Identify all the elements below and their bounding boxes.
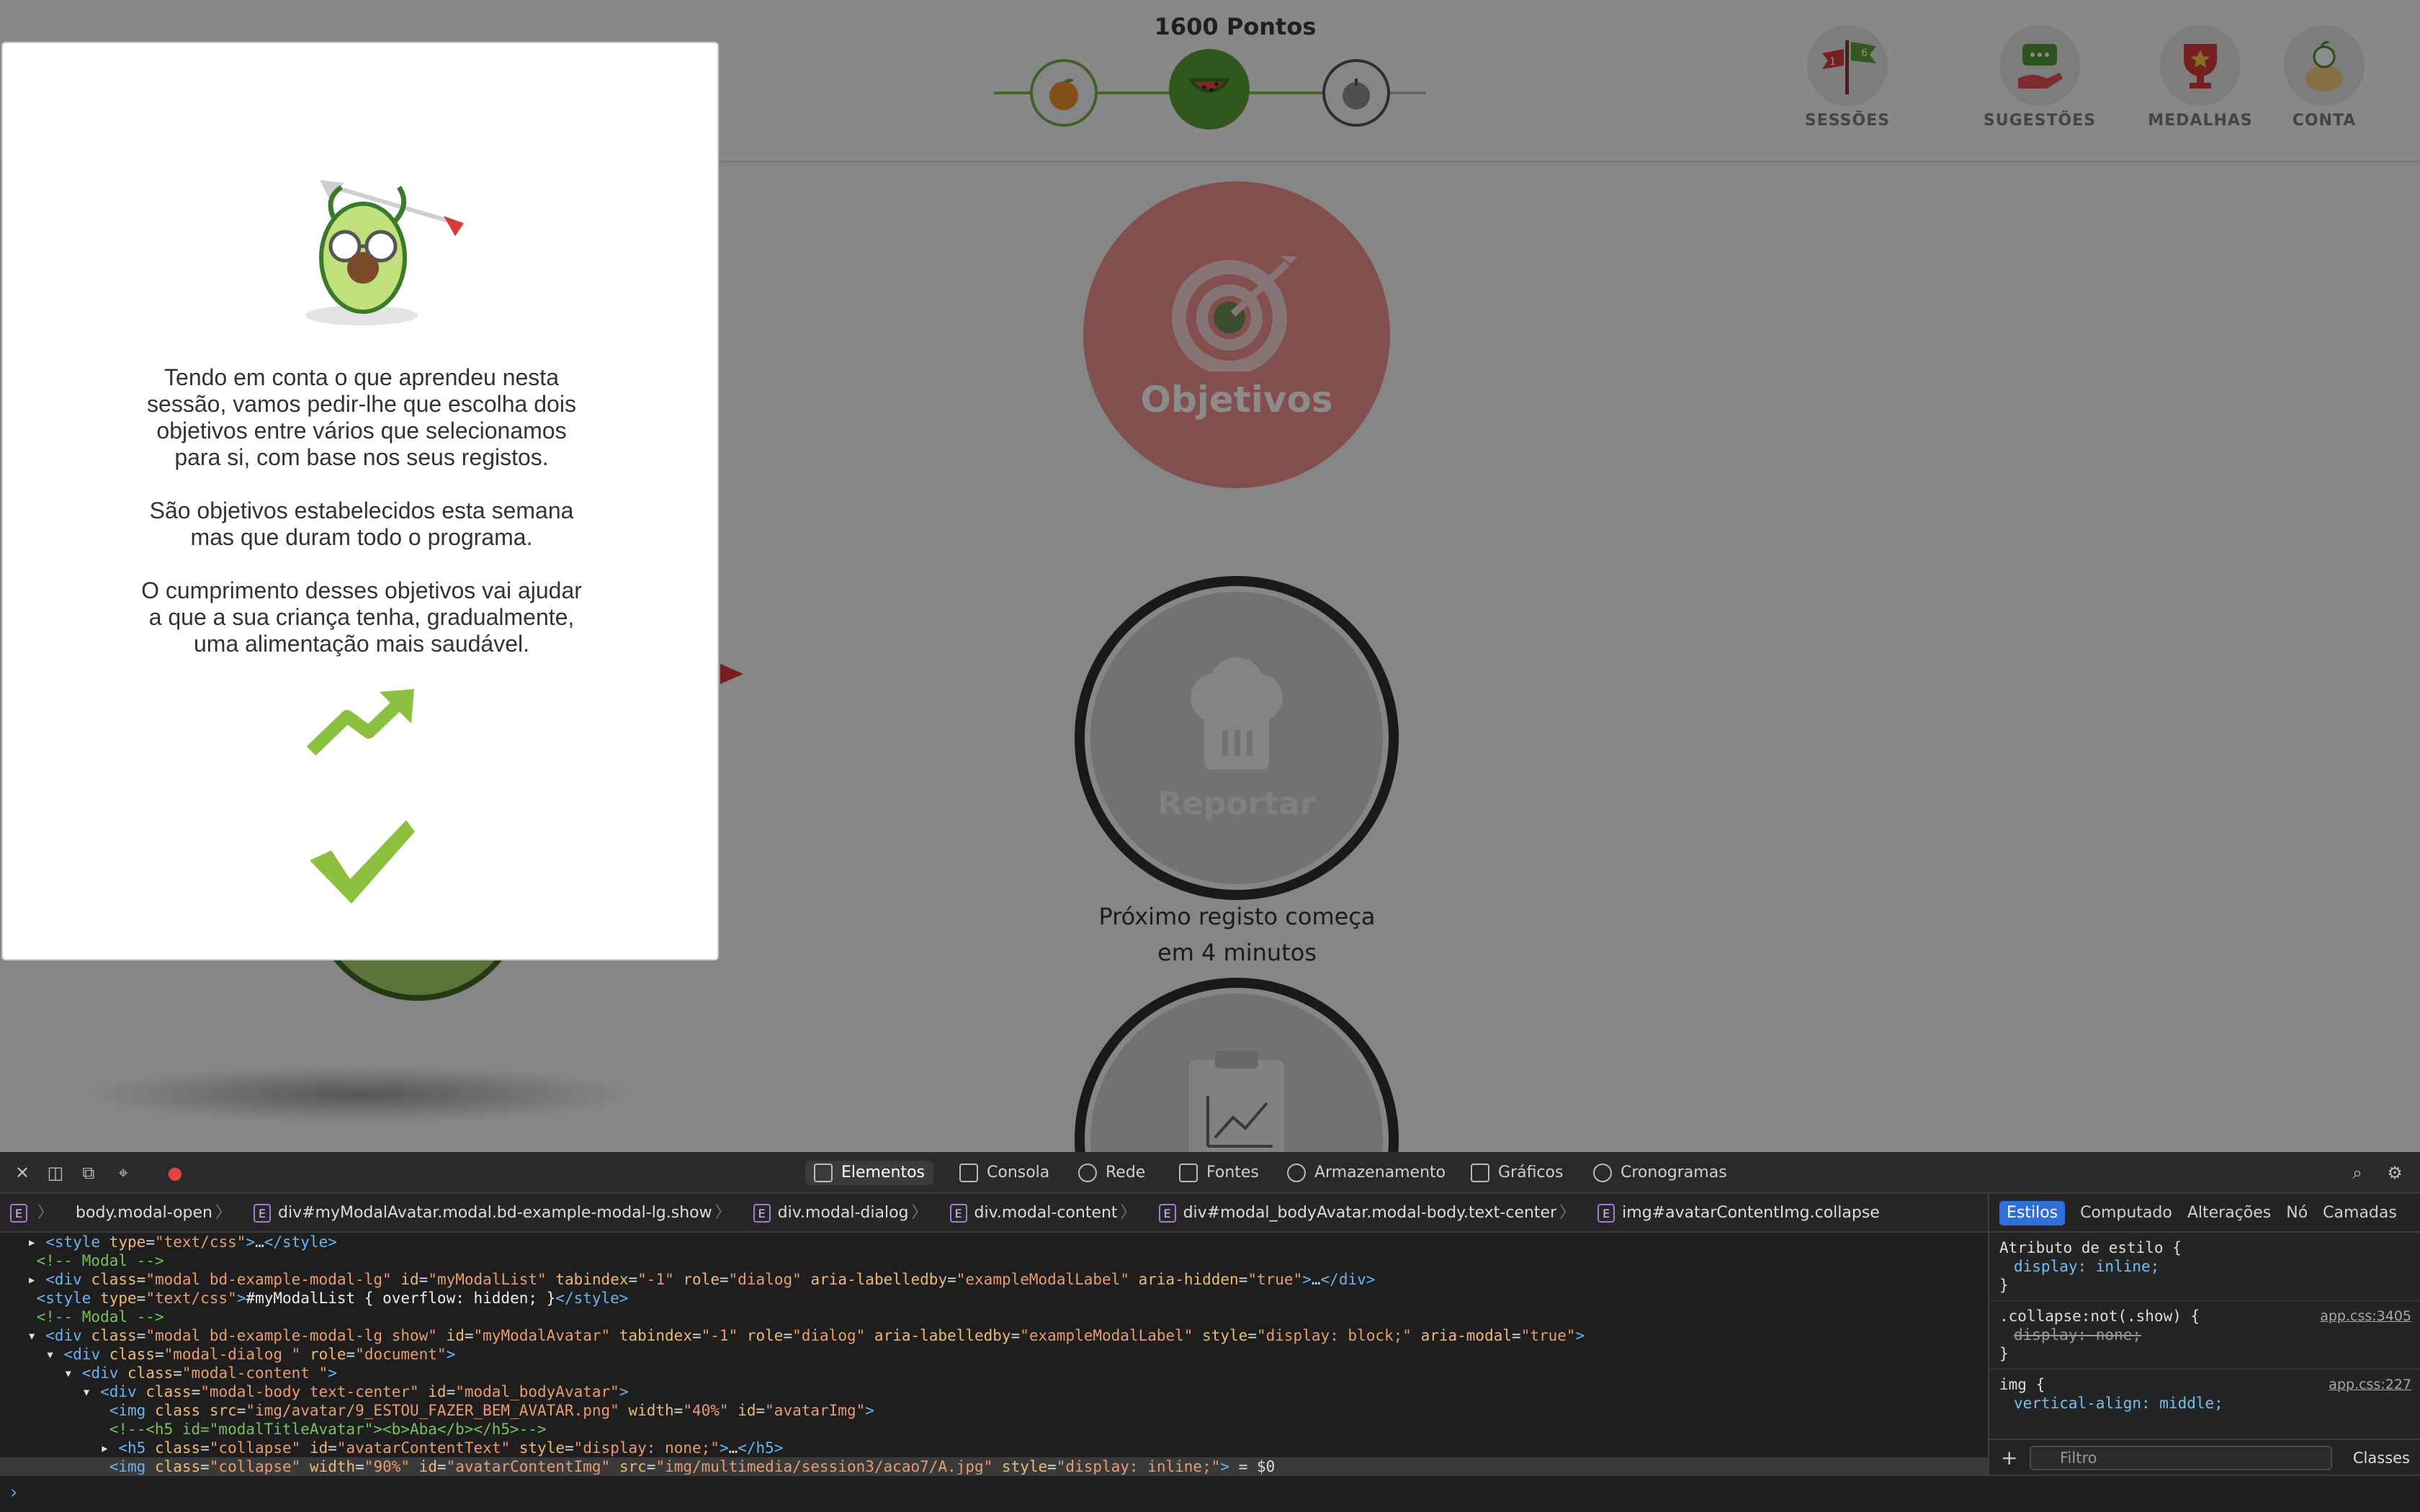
avatar-modal: Tendo em conta o que aprendeu nesta sess… [1,42,719,960]
tab-console[interactable]: Consola [951,1161,1058,1185]
dom-tree[interactable]: ▸ <style type="text/css">…</style> <!-- … [0,1233,1988,1475]
tab-node[interactable]: Nó [2286,1194,2308,1233]
style-rule-inline[interactable]: Atributo de estilo { display: inline; } [1989,1233,2420,1301]
classes-button[interactable]: Classes [2353,1440,2410,1476]
element-node-icon: E [10,1204,27,1223]
breadcrumb: E 〉 body.modal-open 〉 Ediv#myModalAvatar.m… [0,1194,1988,1233]
dom-line[interactable]: ▾ <div class="modal-dialog " role="docum… [0,1345,1988,1364]
tab-elements[interactable]: Elementos [805,1161,934,1185]
modal-paragraph-1: Tendo em conta o que aprendeu nesta sess… [147,364,576,470]
dom-line[interactable]: ▾ <div class="modal-body text-center" id… [0,1382,1988,1401]
trend-up-arrow-icon [306,689,414,756]
rule-source-link[interactable]: app.css:227 [2329,1375,2411,1394]
dom-line[interactable]: ▸ <style type="text/css">…</style> [0,1233,1988,1251]
dom-line[interactable]: <!-- Modal --> [0,1308,1988,1326]
element-picker-icon[interactable]: ⌖ [112,1162,134,1184]
element-node-icon: E [254,1204,271,1223]
elements-icon [814,1164,833,1182]
breadcrumb-item[interactable]: Ediv.modal-dialog 〉 [753,1194,935,1231]
rule-source-link[interactable]: app.css:3405 [2320,1307,2411,1326]
avocado-archer-avatar-icon [305,180,464,325]
modal-body-text: Tendo em conta o que aprendeu nesta sess… [46,364,677,684]
dom-line-selected[interactable]: <img class="collapse" width="90%" id="av… [0,1457,1988,1475]
inspector-tab-bar: ✕ ◫ ⧉ ⌖ ● Elementos Consola Rede Fontes … [0,1152,2420,1194]
storage-icon [1287,1164,1306,1182]
style-rule-collapse[interactable]: app.css:3405 .collapse:not(.show) { disp… [1989,1301,2420,1369]
console-prompt-bar[interactable]: › [0,1475,2420,1512]
rule-property-overridden[interactable]: display: none; [1999,1326,2410,1344]
detach-window-icon[interactable]: ⧉ [78,1162,99,1184]
element-node-icon: E [1597,1204,1615,1223]
dom-line[interactable]: <!--<h5 id="modalTitleAvatar"><b>Aba</b>… [0,1420,1988,1439]
rule-close: } [1999,1345,2009,1362]
network-icon [1078,1164,1097,1182]
modal-paragraph-3: O cumprimento desses objetivos vai ajuda… [141,577,582,657]
tab-network[interactable]: Rede [1070,1161,1154,1185]
add-rule-icon[interactable]: + [2001,1440,2017,1476]
rule-selector: Atributo de estilo { [1999,1239,2182,1256]
search-icon[interactable]: ⌕ [2347,1162,2368,1184]
style-rule-img[interactable]: app.css:227 img { vertical-align: middle… [1989,1369,2420,1418]
console-icon [959,1164,978,1182]
breadcrumb-item-selected[interactable]: Eimg#avatarContentImg.collapse [1597,1194,1887,1231]
rule-property[interactable]: display: inline; [1999,1257,2410,1276]
rule-property[interactable]: vertical-align: middle; [1999,1394,2410,1413]
dock-side-icon[interactable]: ◫ [45,1162,66,1184]
dom-line[interactable]: ▸ <div class="modal bd-example-modal-lg"… [0,1270,1988,1289]
checkmark-icon [310,820,415,904]
dom-line[interactable]: <!-- Modal --> [0,1251,1988,1270]
tab-graphics[interactable]: Gráficos [1462,1161,1572,1185]
graphics-icon [1471,1164,1489,1182]
dom-line[interactable]: <img class src="img/avatar/9_ESTOU_FAZER… [0,1401,1988,1420]
sidebar-tab-bar: Estilos Computado Alterações Nó Camadas [1989,1194,2420,1233]
tab-timelines[interactable]: Cronogramas [1585,1161,1736,1185]
web-inspector: ✕ ◫ ⧉ ⌖ ● Elementos Consola Rede Fontes … [0,1152,2420,1512]
filter-input[interactable]: Filtro [2030,1446,2332,1470]
element-node-icon: E [1158,1204,1176,1223]
tab-storage[interactable]: Armazenamento [1278,1161,1454,1185]
element-node-icon: E [949,1204,967,1223]
close-inspector-icon[interactable]: ✕ [12,1162,33,1184]
modal-paragraph-2: São objetivos estabelecidos esta semana … [149,498,574,550]
app-page: 1600 Pontos 16 SESSÕES SUGESTÕES MEDALHA… [0,0,2420,1152]
timelines-icon [1593,1164,1612,1182]
console-prompt-icon: › [10,1482,18,1503]
breadcrumb-item[interactable]: Ediv#myModalAvatar.modal.bd-example-moda… [254,1194,738,1231]
tab-changes[interactable]: Alterações [2187,1194,2271,1233]
sources-icon [1179,1164,1198,1182]
element-node-icon: E [753,1204,771,1223]
settings-gear-icon[interactable]: ⚙ [2384,1162,2406,1184]
breadcrumb-item[interactable]: Ediv#modal_bodyAvatar.modal-body.text-ce… [1158,1194,1583,1231]
styles-filter-bar: + Filtro Classes [1989,1439,2420,1475]
breadcrumb-root[interactable]: E 〉 [10,1194,60,1231]
styles-sidebar: Estilos Computado Alterações Nó Camadas … [1988,1194,2420,1475]
tab-layers[interactable]: Camadas [2323,1194,2397,1233]
dom-line[interactable]: ▾ <div class="modal bd-example-modal-lg … [0,1326,1988,1345]
dom-line[interactable]: <style type="text/css">#myModalList { ov… [0,1289,1988,1308]
error-badge-icon[interactable]: ● [164,1162,186,1184]
dom-line[interactable]: ▸ <h5 class="collapse" id="avatarContent… [0,1439,1988,1457]
tab-computed[interactable]: Computado [2080,1194,2172,1233]
breadcrumb-item[interactable]: Ediv.modal-content 〉 [949,1194,1144,1231]
dom-line[interactable]: ▾ <div class="modal-content "> [0,1364,1988,1382]
rule-close: } [1999,1277,2009,1294]
tab-sources[interactable]: Fontes [1170,1161,1268,1185]
tab-styles[interactable]: Estilos [1999,1201,2066,1225]
breadcrumb-item[interactable]: body.modal-open 〉 [76,1194,238,1231]
